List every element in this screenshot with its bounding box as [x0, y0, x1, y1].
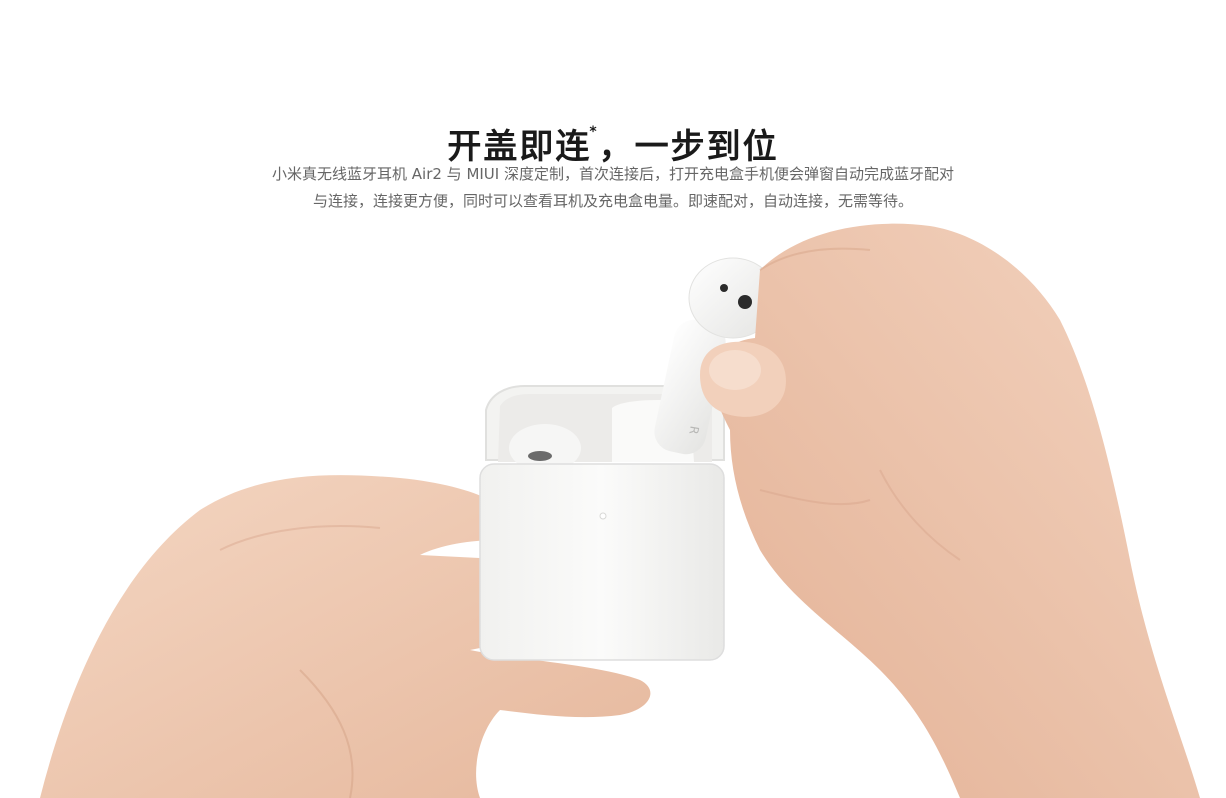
right-hand: [700, 223, 1200, 798]
product-photo: R: [0, 210, 1226, 798]
feature-section: 开盖即连*，一步到位 小米真无线蓝牙耳机 Air2 与 MIUI 深度定制，首次…: [0, 0, 1226, 798]
feature-description-line-1: 小米真无线蓝牙耳机 Air2 与 MIUI 深度定制，首次连接后，打开充电盒手机…: [272, 165, 954, 183]
hands-holding-earbuds-illustration: R: [40, 223, 1200, 798]
feature-description: 小米真无线蓝牙耳机 Air2 与 MIUI 深度定制，首次连接后，打开充电盒手机…: [200, 161, 1026, 215]
footnote-mark: *: [589, 123, 597, 140]
